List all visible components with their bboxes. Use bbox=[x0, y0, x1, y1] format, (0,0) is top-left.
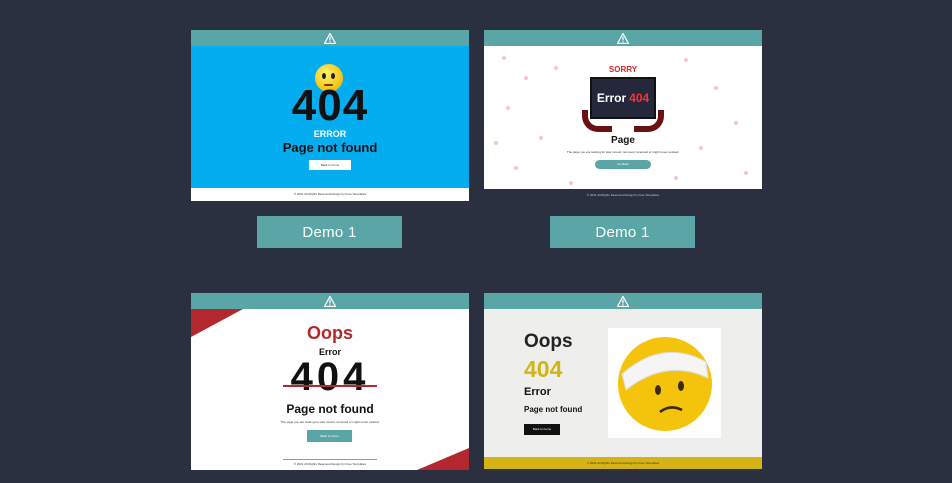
big-404: 404 bbox=[291, 81, 369, 130]
error-label: ERROR bbox=[313, 129, 347, 139]
left-arm bbox=[582, 110, 612, 132]
number-404: 404 bbox=[524, 356, 563, 382]
go-back-button[interactable]: Go Back bbox=[595, 160, 651, 169]
oops-title: Oops bbox=[306, 323, 353, 343]
demo3-footer: © 2021 All Rights Reserved Design by Fre… bbox=[293, 462, 367, 466]
screen-404-text: 404 bbox=[629, 91, 650, 105]
back-home-button[interactable]: Back to home bbox=[524, 424, 560, 435]
digit-3: 4 bbox=[343, 355, 370, 399]
demo1-preview[interactable]: 404 ERROR Page not found Back to home © … bbox=[191, 30, 469, 201]
page-label: Page bbox=[611, 135, 635, 146]
demo1-button[interactable]: Demo 1 bbox=[257, 216, 402, 248]
footer-line bbox=[283, 459, 377, 460]
demo4-footer: © 2021 All Rights Reserved Design by Fre… bbox=[484, 457, 762, 469]
emoji-image bbox=[608, 328, 721, 438]
digits-404: 404 bbox=[191, 357, 469, 397]
warning-icon bbox=[324, 32, 336, 44]
demo2-footer: © 2021 All Rights Reserved Design by Fre… bbox=[484, 189, 762, 201]
sub-text: The page you are looking for was moved, … bbox=[566, 150, 680, 154]
demo4-topbar bbox=[484, 293, 762, 309]
strike-line bbox=[283, 385, 377, 387]
warning-icon bbox=[324, 295, 336, 307]
oops-title: Oops bbox=[524, 331, 573, 352]
demo3-preview[interactable]: Oops Error 404 Page not found The page y… bbox=[191, 293, 469, 470]
warning-icon bbox=[617, 32, 629, 44]
error-label: Error bbox=[524, 386, 551, 398]
sorry-label: SORRY bbox=[608, 65, 638, 74]
digit-1: 4 bbox=[290, 355, 317, 399]
right-arm bbox=[634, 110, 664, 132]
digit-2: 0 bbox=[316, 355, 344, 399]
demo3-topbar bbox=[191, 293, 469, 309]
demo2-preview[interactable]: SORRY Error 404 Page The page you are lo… bbox=[484, 30, 762, 201]
back-home-button[interactable]: Back to home bbox=[309, 160, 351, 170]
demo1-topbar bbox=[191, 30, 469, 46]
warning-icon bbox=[617, 295, 629, 307]
demo2-button[interactable]: Demo 1 bbox=[550, 216, 695, 248]
bandaged-emoji-icon bbox=[618, 337, 712, 431]
demo1-footer: © 2021 All Rights Reserved Design by Fre… bbox=[191, 188, 469, 201]
back-home-button[interactable]: Back to home bbox=[307, 430, 352, 442]
demo2-topbar bbox=[484, 30, 762, 46]
screen-error-text: Error bbox=[596, 91, 627, 105]
page-not-found: Page not found bbox=[524, 405, 583, 414]
page-not-found: Page not found bbox=[282, 140, 378, 155]
page-not-found: Page not found bbox=[286, 402, 374, 416]
sub-text: The page you are looking for was moved, … bbox=[280, 420, 380, 424]
demo4-preview[interactable]: Oops 404 Error Page not found Back to ho… bbox=[484, 293, 762, 469]
